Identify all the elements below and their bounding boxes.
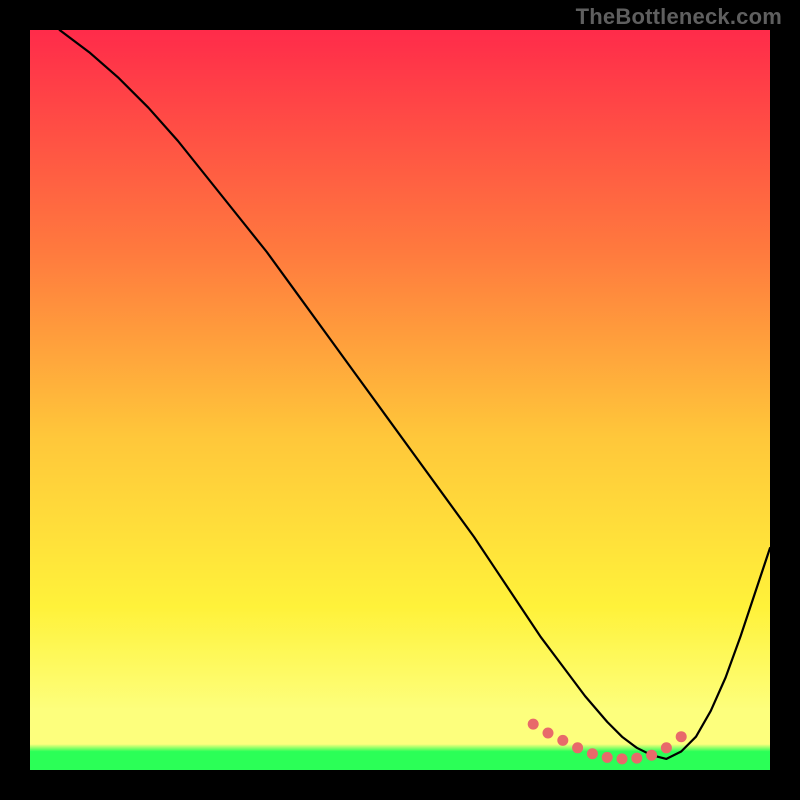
optimal-marker	[602, 752, 613, 763]
optimal-marker	[631, 753, 642, 764]
optimal-marker	[572, 742, 583, 753]
optimal-marker	[676, 731, 687, 742]
optimal-marker	[557, 735, 568, 746]
optimal-marker	[617, 753, 628, 764]
optimal-marker	[587, 748, 598, 759]
optimal-marker	[661, 742, 672, 753]
optimal-marker	[528, 719, 539, 730]
chart-frame: TheBottleneck.com	[0, 0, 800, 800]
optimal-marker	[543, 728, 554, 739]
chart-svg	[30, 30, 770, 770]
gradient-background	[30, 30, 770, 770]
optimal-marker	[646, 750, 657, 761]
watermark-text: TheBottleneck.com	[576, 4, 782, 30]
plot-area	[30, 30, 770, 770]
